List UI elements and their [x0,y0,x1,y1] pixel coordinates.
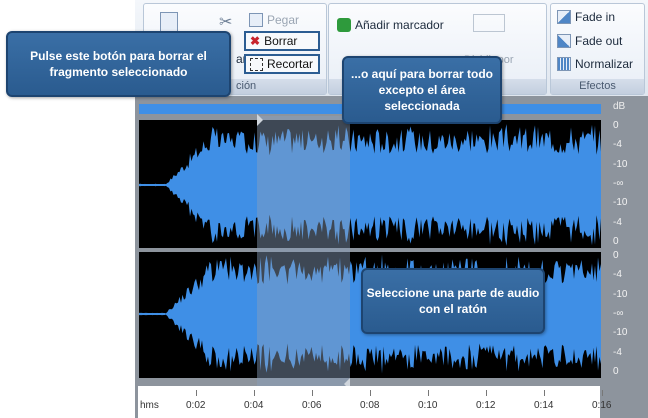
delete-button[interactable]: ✖ Borrar [244,31,320,51]
trim-icon [250,57,263,71]
copy-icon [160,12,178,32]
timeline-tick-mark [196,390,197,396]
effects-group: Fade in Fade out Normalizar Efectos [550,3,645,95]
db-label: 0 [613,120,619,131]
delete-icon: ✖ [250,34,261,48]
add-marker-label: Añadir marcador [355,18,444,32]
selection-area[interactable] [257,116,350,386]
trim-callout-text: ...o aquí para borrar todo excepto el ár… [350,67,493,113]
timeline-tick-mark [370,390,371,396]
timeline-tick-mark [312,390,313,396]
fade-in-button[interactable]: Fade in [557,10,615,24]
timeline-unit: hms [140,400,159,411]
delete-callout: Pulse este botón para borrar el fragment… [6,31,231,97]
db-label: -10 [613,327,628,339]
timeline-tick: 0:06 [302,400,322,411]
scissors-icon: ✂ [219,14,233,31]
timeline-tick-mark [486,390,487,396]
timeline-tick-mark [254,390,255,396]
paste-label: Pegar [267,13,300,27]
normalize-button[interactable]: Normalizar [557,57,633,71]
timeline-tick-mark [602,390,603,396]
db-label: -4 [613,139,622,151]
marker-add-icon [337,18,351,32]
db-label: -∞ [613,178,624,189]
effects-group-label: Efectos [551,79,644,94]
scissors-button[interactable]: ✂ [219,12,232,32]
db-label: -∞ [613,308,624,319]
timeline-tick: 0:02 [186,400,206,411]
timeline-tick: 0:10 [418,400,438,411]
db-label: -4 [613,216,622,228]
timeline-tick: 0:08 [360,400,380,411]
db-label: -4 [613,269,622,281]
fade-in-label: Fade in [575,10,616,24]
split-icon [472,14,505,32]
paste-icon [249,13,263,27]
trim-button[interactable]: Recortar [244,54,320,74]
delete-label: Borrar [264,34,298,48]
db-label: 0 [613,250,619,261]
timeline-tick: 0:04 [244,400,264,411]
trim-callout: ...o aquí para borrar todo excepto el ár… [342,56,502,124]
db-label: 0 [613,236,619,247]
db-label: -10 [613,288,628,300]
db-unit: dB [613,101,626,112]
delete-callout-text: Pulse este botón para borrar el fragment… [30,49,207,79]
timeline-tick: 0:12 [476,400,496,411]
waveforms [139,124,601,374]
timeline-tick: 0:14 [534,400,554,411]
db-label: 0 [613,366,619,377]
timeline: hms 0:02 0:04 0:06 0:08 0:10 0:12 0:14 0:16 [138,386,611,418]
fade-out-button[interactable]: Fade out [557,34,622,48]
fade-out-icon [557,34,571,48]
db-label: -10 [613,158,628,170]
normalize-icon [557,57,571,71]
paste-button[interactable]: Pegar [249,13,299,27]
normalize-label: Normalizar [575,57,634,71]
timeline-tick: 0:16 [592,400,612,411]
fade-out-label: Fade out [575,34,623,48]
select-callout-text: Seleccione una parte de audio con el rat… [366,286,540,316]
waveform-canvas[interactable] [135,96,648,418]
add-marker-button[interactable]: Añadir marcador [337,18,444,32]
fade-in-icon [557,10,571,24]
timeline-tick-mark [544,390,545,396]
db-label: -10 [613,197,628,209]
db-label: -4 [613,346,622,358]
audio-editor: dB 0 -4 -10 -∞ -10 -4 0 0 -4 -10 -∞ -10 -4 0 [135,96,648,418]
select-callout: Seleccione una parte de audio con el rat… [361,268,545,334]
timeline-tick-mark [428,390,429,396]
trim-label: Recortar [267,57,314,71]
